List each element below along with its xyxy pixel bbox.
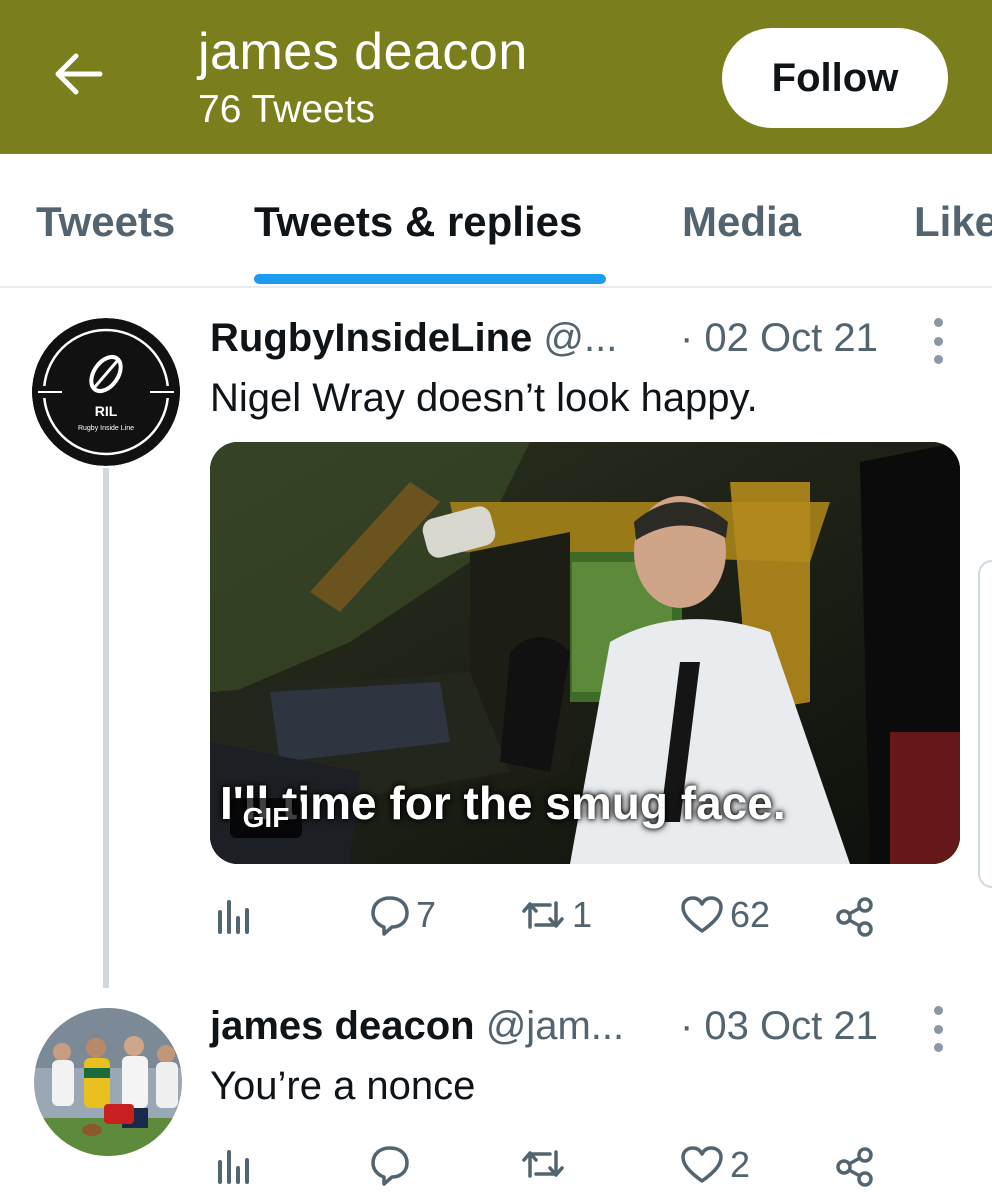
analytics-button[interactable] (212, 896, 252, 936)
retweet-icon (520, 895, 566, 935)
like-button[interactable]: 2 (680, 1144, 750, 1186)
profile-name: james deacon (198, 23, 528, 81)
analytics-button[interactable] (212, 1146, 252, 1186)
tab-likes[interactable]: Like (914, 198, 992, 246)
back-button[interactable] (48, 46, 108, 106)
reply-count: 7 (416, 894, 437, 935)
reply-icon (370, 894, 410, 936)
retweet-button[interactable] (520, 1144, 572, 1184)
side-panel-edge (978, 560, 992, 888)
tweet-count: 76 Tweets (198, 88, 376, 131)
tweet-text: Nigel Wray doesn’t look happy. (210, 376, 758, 420)
profile-tabs: Tweets Tweets & replies Media Like (0, 154, 992, 288)
reply-button[interactable]: 7 (370, 894, 436, 936)
reply-button[interactable] (370, 1144, 416, 1186)
analytics-icon (212, 1146, 252, 1186)
analytics-icon (212, 896, 252, 936)
heart-icon (680, 895, 724, 935)
more-options-icon[interactable] (928, 1006, 948, 1052)
share-icon (834, 896, 876, 938)
author-name[interactable]: RugbyInsideLine (210, 316, 532, 360)
share-button[interactable] (834, 896, 876, 938)
tweet-date[interactable]: · 02 Oct 21 (680, 316, 878, 361)
author-handle[interactable]: @jam... (486, 1004, 624, 1048)
retweet-icon (520, 1144, 566, 1184)
retweet-count: 1 (572, 894, 593, 935)
tweet-author[interactable]: RugbyInsideLine @... (210, 316, 617, 361)
profile-header: james deacon 76 Tweets Follow (0, 0, 992, 154)
heart-icon (680, 1145, 724, 1185)
tab-tweets-and-replies[interactable]: Tweets & replies (254, 198, 582, 246)
like-count: 62 (730, 894, 771, 935)
tweet-text: You’re a nonce (210, 1064, 476, 1108)
tweet-author[interactable]: james deacon @jam... (210, 1004, 624, 1049)
share-button[interactable] (834, 1146, 876, 1188)
tab-media[interactable]: Media (682, 198, 801, 246)
like-count: 2 (730, 1144, 751, 1185)
more-options-icon[interactable] (928, 318, 948, 364)
avatar-ril-title: RIL (95, 403, 118, 419)
arrow-left-icon (52, 52, 104, 101)
avatar-ril-subtitle: Rugby Inside Line (78, 425, 134, 432)
tab-tweets[interactable]: Tweets (36, 198, 175, 246)
share-icon (834, 1146, 876, 1188)
tweet-date[interactable]: · 03 Oct 21 (680, 1004, 878, 1049)
like-button[interactable]: 62 (680, 894, 770, 936)
follow-button[interactable]: Follow (722, 28, 948, 128)
author-handle[interactable]: @... (543, 316, 617, 360)
avatar-james-deacon[interactable] (34, 1008, 182, 1156)
thread-connector (103, 468, 109, 988)
author-name[interactable]: james deacon (210, 1004, 475, 1048)
reply-icon (370, 1144, 410, 1186)
gif-badge: GIF (230, 798, 302, 838)
avatar-rugbyinsideline[interactable]: RIL Rugby Inside Line (32, 318, 180, 466)
retweet-button[interactable]: 1 (520, 894, 592, 936)
active-tab-indicator (254, 274, 606, 284)
